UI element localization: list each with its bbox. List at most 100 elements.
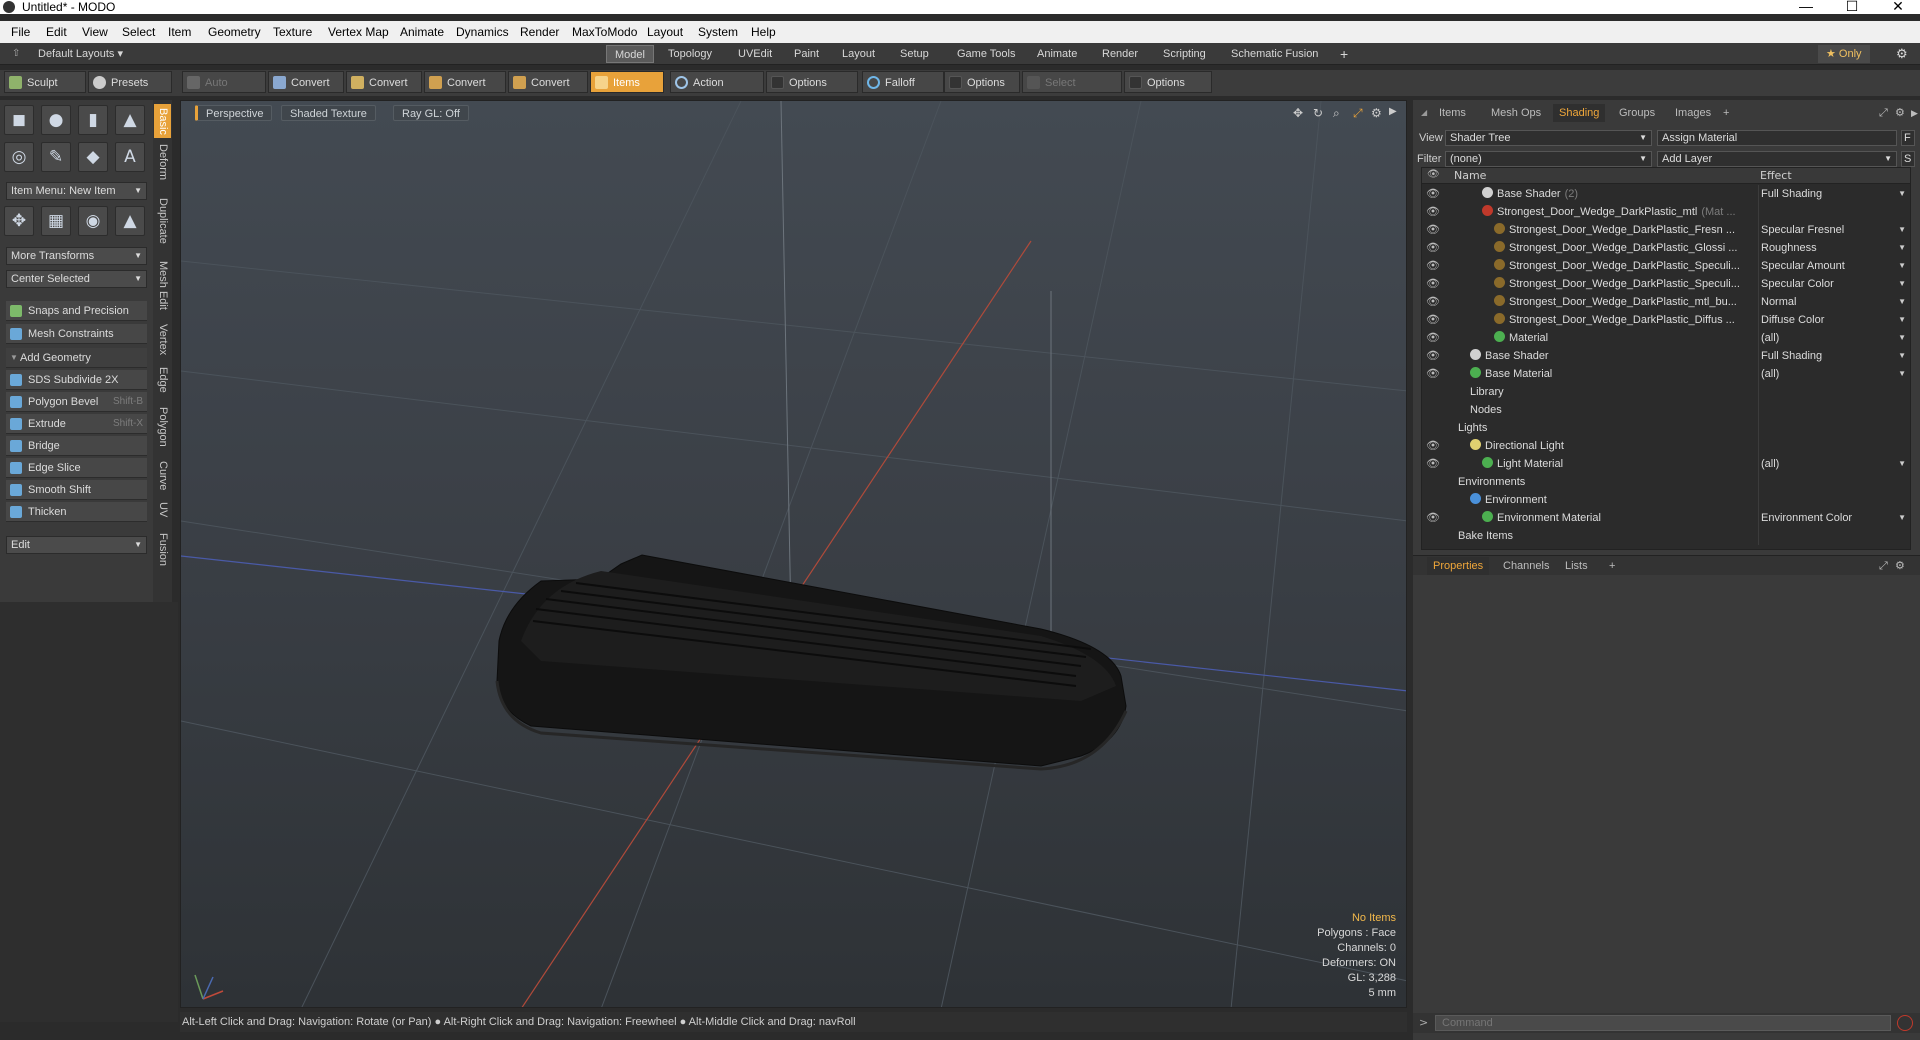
shader-tree-row[interactable]: 👁 Strongest_Door_Wedge_DarkPlastic_mtl (Ma… bbox=[1422, 203, 1910, 221]
extrude-button[interactable]: Extrude Shift-X bbox=[6, 414, 147, 434]
shader-tree-row[interactable]: 👁 Base Shader (2) Full Shading ▼ bbox=[1422, 185, 1910, 203]
tab-paint[interactable]: Paint bbox=[786, 45, 827, 63]
menu-maxtomodo[interactable]: MaxToModo bbox=[572, 25, 637, 39]
close-button[interactable]: ✕ bbox=[1878, 0, 1918, 14]
shader-tree-row[interactable]: 👁 Light Material (all) ▼ bbox=[1422, 455, 1910, 473]
tab-shading[interactable]: Shading bbox=[1553, 104, 1606, 122]
shader-tree-row[interactable]: 👁 Environment Material Environment Color ▼ bbox=[1422, 509, 1910, 527]
center-selected-dropdown[interactable]: Center Selected ▼ bbox=[6, 270, 147, 288]
effect-cell[interactable]: (all) ▼ bbox=[1758, 329, 1908, 347]
tab-properties[interactable]: Properties bbox=[1427, 557, 1490, 575]
bridge-button[interactable]: Bridge bbox=[6, 436, 147, 456]
shader-tree-row[interactable]: 👁 Strongest_Door_Wedge_DarkPlastic_Diffus… bbox=[1422, 311, 1910, 329]
shader-tree-row[interactable]: 👁 Strongest_Door_Wedge_DarkPlastic_Specul… bbox=[1422, 257, 1910, 275]
effect-cell[interactable] bbox=[1758, 473, 1908, 491]
tab-mesh-ops[interactable]: Mesh Ops bbox=[1485, 104, 1547, 122]
effect-cell[interactable]: Specular Color ▼ bbox=[1758, 275, 1908, 293]
vtab-duplicate[interactable]: Duplicate bbox=[154, 194, 171, 248]
effect-cell[interactable]: (all) ▼ bbox=[1758, 365, 1908, 383]
menu-edit[interactable]: Edit bbox=[46, 25, 67, 39]
menu-select[interactable]: Select bbox=[122, 25, 155, 39]
shader-tree-row[interactable]: 👁 Base Material (all) ▼ bbox=[1422, 365, 1910, 383]
door-wedge-mesh[interactable] bbox=[495, 554, 1128, 771]
thicken-button[interactable]: Thicken bbox=[6, 502, 147, 522]
presets-button[interactable]: Presets F6 bbox=[88, 71, 172, 111]
convert-vertices-button[interactable]: Convert bbox=[268, 71, 344, 93]
shader-tree-row[interactable]: 👁 Strongest_Door_Wedge_DarkPlastic_Specul… bbox=[1422, 275, 1910, 293]
vtab-deform[interactable]: Deform bbox=[154, 142, 171, 182]
add-layer-dropdown[interactable]: Add Layer ▼ bbox=[1657, 151, 1897, 167]
effect-cell[interactable]: Environment Color ▼ bbox=[1758, 509, 1908, 527]
vtab-vertex[interactable]: Vertex bbox=[154, 320, 171, 360]
text-tool-icon[interactable]: A bbox=[115, 142, 145, 172]
effect-cell[interactable] bbox=[1758, 419, 1908, 437]
effect-cell[interactable] bbox=[1758, 203, 1908, 221]
assign-material-button[interactable]: Assign Material bbox=[1657, 130, 1897, 146]
cone-icon[interactable]: ▲ bbox=[115, 105, 145, 135]
menu-system[interactable]: System bbox=[698, 25, 738, 39]
menu-vertex-map[interactable]: Vertex Map bbox=[328, 25, 389, 39]
menu-texture[interactable]: Texture bbox=[273, 25, 312, 39]
tab-game-tools[interactable]: Game Tools bbox=[949, 45, 1024, 63]
action-center-options-button[interactable]: Options bbox=[766, 71, 858, 93]
maximize-button[interactable]: ☐ bbox=[1832, 0, 1872, 14]
minimize-button[interactable]: — bbox=[1786, 0, 1826, 14]
record-icon[interactable] bbox=[1897, 1015, 1913, 1031]
tab-items[interactable]: Items bbox=[1433, 104, 1472, 122]
ray-gl-button[interactable]: Ray GL: Off bbox=[393, 105, 469, 121]
gear-icon[interactable]: ⚙ bbox=[1889, 557, 1911, 575]
effect-cell[interactable]: (all) ▼ bbox=[1758, 455, 1908, 473]
rotate-icon[interactable]: ↻ bbox=[1313, 106, 1323, 120]
sphere-icon[interactable]: ● bbox=[41, 105, 71, 135]
shaded-texture-button[interactable]: Shaded Texture bbox=[281, 105, 376, 121]
add-tab-button[interactable]: + bbox=[1603, 557, 1621, 575]
visibility-eye-icon[interactable]: 👁 bbox=[1424, 203, 1442, 221]
menu-geometry[interactable]: Geometry bbox=[208, 25, 261, 39]
layout-collapse-icon[interactable]: ⇧ bbox=[4, 45, 28, 63]
more-transforms-dropdown[interactable]: More Transforms ▼ bbox=[6, 247, 147, 265]
effect-cell[interactable] bbox=[1758, 401, 1908, 419]
visibility-eye-icon[interactable]: 👁 bbox=[1424, 257, 1442, 275]
panel-menu-icon[interactable]: ◢ bbox=[1415, 104, 1433, 122]
tab-uvedit[interactable]: UVEdit bbox=[730, 45, 780, 63]
menu-item[interactable]: Item bbox=[168, 25, 191, 39]
auto-select-button[interactable]: Auto Select bbox=[182, 71, 266, 111]
panel-arrow-icon[interactable]: ▶ bbox=[1905, 104, 1920, 122]
effect-cell[interactable] bbox=[1758, 491, 1908, 509]
vtab-mesh-edit[interactable]: Mesh Edit bbox=[154, 256, 171, 314]
shader-tree-row[interactable]: Environments bbox=[1422, 473, 1910, 491]
tab-render[interactable]: Render bbox=[1094, 45, 1146, 63]
f-button[interactable]: F bbox=[1901, 130, 1915, 146]
name-column-header[interactable]: Name bbox=[1454, 169, 1486, 182]
visibility-eye-icon[interactable]: 👁 bbox=[1424, 185, 1442, 203]
pan-icon[interactable]: ✥ bbox=[1293, 106, 1303, 120]
visibility-eye-icon[interactable]: 👁 bbox=[1424, 239, 1442, 257]
menu-view[interactable]: View bbox=[82, 25, 108, 39]
convert-edges-button[interactable]: Convert bbox=[346, 71, 422, 93]
tab-layout[interactable]: Layout bbox=[834, 45, 883, 63]
effect-cell[interactable]: Specular Fresnel ▼ bbox=[1758, 221, 1908, 239]
move-transform-icon[interactable]: ✥ bbox=[4, 206, 34, 236]
shader-tree-row[interactable]: 👁 Material (all) ▼ bbox=[1422, 329, 1910, 347]
view-dropdown[interactable]: Shader Tree ▼ bbox=[1445, 130, 1652, 146]
visibility-eye-icon[interactable]: 👁 bbox=[1424, 329, 1442, 347]
effect-cell[interactable]: Roughness ▼ bbox=[1758, 239, 1908, 257]
s-button[interactable]: S bbox=[1901, 151, 1915, 167]
polygon-bevel-button[interactable]: Polygon Bevel Shift-B bbox=[6, 392, 147, 412]
visibility-eye-icon[interactable]: 👁 bbox=[1424, 347, 1442, 365]
torus-icon[interactable]: ◎ bbox=[4, 142, 34, 172]
effect-cell[interactable]: Full Shading ▼ bbox=[1758, 185, 1908, 203]
smooth-shift-button[interactable]: Smooth Shift bbox=[6, 480, 147, 500]
shader-tree-row[interactable]: 👁 Strongest_Door_Wedge_DarkPlastic_Fresn … bbox=[1422, 221, 1910, 239]
tab-animate[interactable]: Animate bbox=[1029, 45, 1085, 63]
vtab-basic[interactable]: Basic bbox=[154, 104, 171, 138]
tab-groups[interactable]: Groups bbox=[1613, 104, 1661, 122]
convert-polygons-button[interactable]: Convert bbox=[424, 71, 506, 93]
vtab-edge[interactable]: Edge bbox=[154, 364, 171, 396]
menu-dynamics[interactable]: Dynamics bbox=[456, 25, 509, 39]
visibility-eye-icon[interactable]: 👁 bbox=[1424, 437, 1442, 455]
mesh-constraints-button[interactable]: Mesh Constraints bbox=[6, 324, 147, 344]
menu-file[interactable]: File bbox=[11, 25, 30, 39]
gear-icon[interactable]: ⚙ bbox=[1888, 45, 1916, 63]
menu-animate[interactable]: Animate bbox=[400, 25, 444, 39]
